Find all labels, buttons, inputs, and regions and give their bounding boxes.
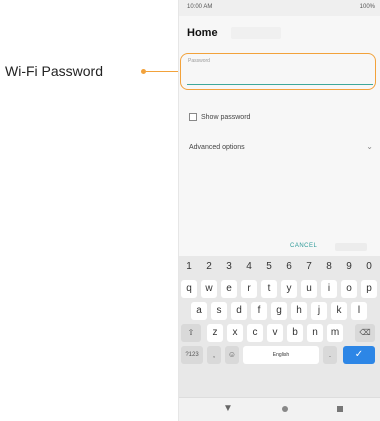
connect-button[interactable] bbox=[335, 243, 367, 251]
symbols-key[interactable]: ?123 bbox=[181, 346, 203, 364]
number-row: 1 2 3 4 5 6 7 8 9 0 bbox=[179, 256, 380, 278]
show-password-label[interactable]: Show password bbox=[201, 114, 250, 121]
cancel-button[interactable]: CANCEL bbox=[290, 243, 317, 249]
key-p[interactable]: p bbox=[361, 280, 377, 298]
key-q[interactable]: q bbox=[181, 280, 197, 298]
phone-screen: 10:00 AM 100% Home Password Show passwor… bbox=[178, 0, 380, 421]
show-password-checkbox[interactable] bbox=[189, 113, 197, 121]
key-1[interactable]: 1 bbox=[181, 258, 197, 276]
key-4[interactable]: 4 bbox=[241, 258, 257, 276]
letter-row-1: q w e r t y u i o p bbox=[179, 278, 380, 300]
key-b[interactable]: b bbox=[287, 324, 303, 342]
key-o[interactable]: o bbox=[341, 280, 357, 298]
bottom-row: ?123 , ☺ English . ✓ bbox=[179, 344, 380, 366]
key-f[interactable]: f bbox=[251, 302, 267, 320]
navigation-bar: ▼ bbox=[179, 397, 380, 421]
key-n[interactable]: n bbox=[307, 324, 323, 342]
home-icon[interactable] bbox=[282, 406, 288, 412]
key-3[interactable]: 3 bbox=[221, 258, 237, 276]
period-key[interactable]: . bbox=[323, 346, 337, 364]
key-e[interactable]: e bbox=[221, 280, 237, 298]
shift-key[interactable]: ⇧ bbox=[181, 324, 201, 342]
letter-row-3: ⇧ z x c v b n m ⌫ bbox=[179, 322, 380, 344]
key-s[interactable]: s bbox=[211, 302, 227, 320]
key-m[interactable]: m bbox=[327, 324, 343, 342]
key-0[interactable]: 0 bbox=[361, 258, 377, 276]
space-key[interactable]: English bbox=[243, 346, 319, 364]
key-l[interactable]: l bbox=[351, 302, 367, 320]
network-name-chip bbox=[231, 27, 281, 39]
key-d[interactable]: d bbox=[231, 302, 247, 320]
key-k[interactable]: k bbox=[331, 302, 347, 320]
password-field-label: Password bbox=[188, 58, 210, 64]
page-title: Home bbox=[187, 27, 218, 39]
enter-key[interactable]: ✓ bbox=[343, 346, 375, 364]
key-w[interactable]: w bbox=[201, 280, 217, 298]
comma-key[interactable]: , bbox=[207, 346, 221, 364]
chevron-down-icon[interactable]: ⌄ bbox=[366, 142, 373, 151]
key-g[interactable]: g bbox=[271, 302, 287, 320]
key-5[interactable]: 5 bbox=[261, 258, 277, 276]
key-y[interactable]: y bbox=[281, 280, 297, 298]
keyboard: 1 2 3 4 5 6 7 8 9 0 q w e r t y u i o p … bbox=[179, 256, 380, 397]
key-7[interactable]: 7 bbox=[301, 258, 317, 276]
key-a[interactable]: a bbox=[191, 302, 207, 320]
backspace-key[interactable]: ⌫ bbox=[355, 324, 375, 342]
recents-icon[interactable] bbox=[337, 406, 343, 412]
key-h[interactable]: h bbox=[291, 302, 307, 320]
callout-line bbox=[146, 71, 179, 72]
key-c[interactable]: c bbox=[247, 324, 263, 342]
password-input[interactable] bbox=[187, 66, 373, 82]
key-x[interactable]: x bbox=[227, 324, 243, 342]
callout-label: Wi-Fi Password bbox=[5, 63, 104, 79]
advanced-options-label[interactable]: Advanced options bbox=[189, 144, 245, 151]
key-6[interactable]: 6 bbox=[281, 258, 297, 276]
key-9[interactable]: 9 bbox=[341, 258, 357, 276]
status-bar: 10:00 AM 100% bbox=[179, 0, 380, 16]
status-time: 10:00 AM bbox=[187, 4, 213, 10]
letter-row-2: a s d f g h j k l bbox=[179, 300, 380, 322]
key-i[interactable]: i bbox=[321, 280, 337, 298]
password-underline bbox=[187, 84, 373, 85]
key-t[interactable]: t bbox=[261, 280, 277, 298]
back-icon[interactable]: ▼ bbox=[223, 403, 233, 414]
key-r[interactable]: r bbox=[241, 280, 257, 298]
emoji-icon[interactable]: ☺ bbox=[225, 346, 239, 364]
key-u[interactable]: u bbox=[301, 280, 317, 298]
key-j[interactable]: j bbox=[311, 302, 327, 320]
key-8[interactable]: 8 bbox=[321, 258, 337, 276]
status-battery: 100% bbox=[359, 4, 375, 10]
key-2[interactable]: 2 bbox=[201, 258, 217, 276]
key-v[interactable]: v bbox=[267, 324, 283, 342]
key-z[interactable]: z bbox=[207, 324, 223, 342]
